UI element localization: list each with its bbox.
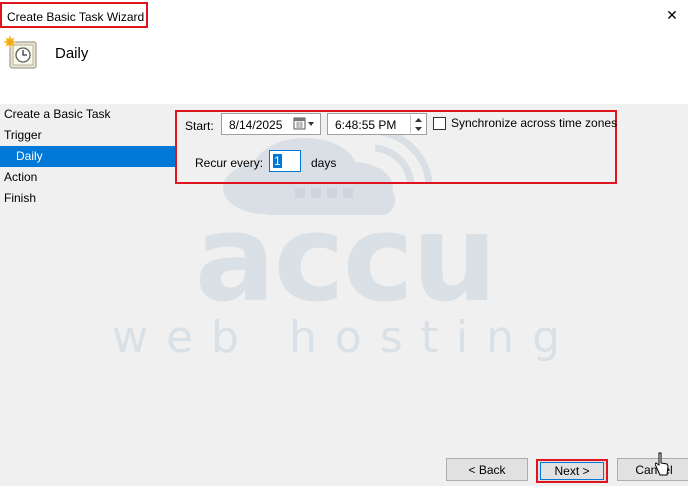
schedule-panel: Start: 8/14/2025 6:48:55 PM Synchronize … — [175, 110, 617, 184]
start-label: Start: — [185, 119, 214, 133]
recur-unit-label: days — [311, 156, 337, 170]
nav-item-create-basic-task[interactable]: Create a Basic Task — [0, 104, 175, 125]
window-title: Create Basic Task Wizard — [0, 2, 148, 28]
close-icon: ✕ — [666, 6, 678, 23]
start-date-picker[interactable]: 8/14/2025 — [221, 113, 321, 135]
spin-down-icon[interactable] — [411, 124, 425, 133]
close-button[interactable]: ✕ — [656, 0, 688, 30]
nav-item-action[interactable]: Action — [0, 167, 175, 188]
page-title: Daily — [55, 45, 89, 62]
start-date-value: 8/14/2025 — [229, 118, 283, 132]
sync-timezones-label[interactable]: Synchronize across time zones — [451, 116, 617, 130]
wizard-header: Daily — [0, 30, 688, 104]
nav-item-daily[interactable]: Daily — [0, 146, 175, 167]
nav-item-trigger[interactable]: Trigger — [0, 125, 175, 146]
wizard-step-nav: Create a Basic Task Trigger Daily Action… — [0, 104, 175, 224]
recur-every-input[interactable]: 1 — [269, 150, 301, 172]
next-button-label: Next > — [540, 462, 604, 480]
next-button[interactable]: Next > — [536, 459, 608, 483]
start-time-field[interactable]: 6:48:55 PM — [327, 113, 427, 135]
start-time-value: 6:48:55 PM — [335, 118, 397, 132]
watermark-line2: web hosting — [112, 312, 578, 363]
calendar-dropdown-icon[interactable] — [293, 117, 317, 131]
back-button[interactable]: < Back — [446, 458, 528, 481]
cancel-button[interactable]: Cancel — [617, 458, 688, 481]
mouse-pointer-icon — [655, 452, 669, 476]
watermark-line1: accu — [195, 190, 496, 329]
time-spinner[interactable] — [410, 115, 425, 133]
recur-every-value: 1 — [273, 154, 282, 168]
title-bar: Create Basic Task Wizard ✕ — [0, 0, 688, 30]
recur-every-label: Recur every: — [195, 156, 264, 170]
sync-timezones-checkbox[interactable] — [433, 117, 446, 130]
nav-item-finish[interactable]: Finish — [0, 188, 175, 209]
spin-up-icon[interactable] — [411, 115, 425, 124]
task-clock-icon — [4, 36, 37, 69]
